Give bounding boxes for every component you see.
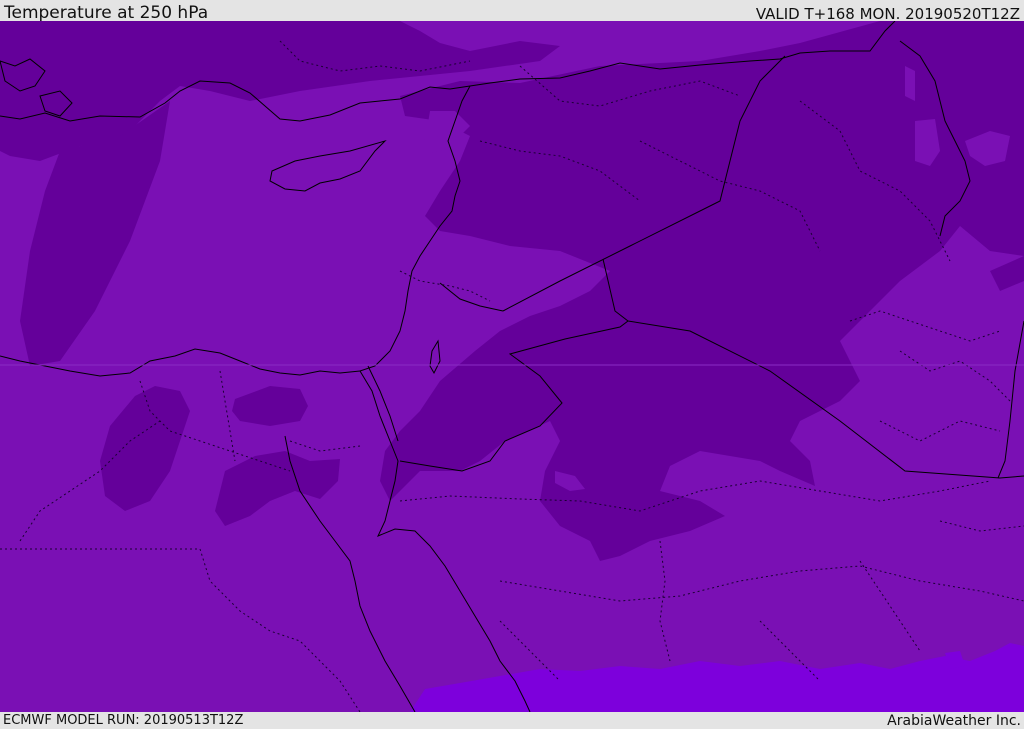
map-title: Temperature at 250 hPa bbox=[4, 3, 209, 23]
footer-bar: ECMWF MODEL RUN: 20190513T12Z ArabiaWeat… bbox=[0, 712, 1024, 729]
temperature-map bbox=[0, 21, 1024, 712]
map-canvas[interactable] bbox=[0, 21, 1024, 712]
header-bar: Temperature at 250 hPa VALID T+168 MON. … bbox=[0, 0, 1024, 23]
warm-hole-north bbox=[905, 66, 915, 101]
credit-label: ArabiaWeather Inc. bbox=[887, 713, 1021, 729]
model-run-label: ECMWF MODEL RUN: 20190513T12Z bbox=[3, 713, 244, 728]
